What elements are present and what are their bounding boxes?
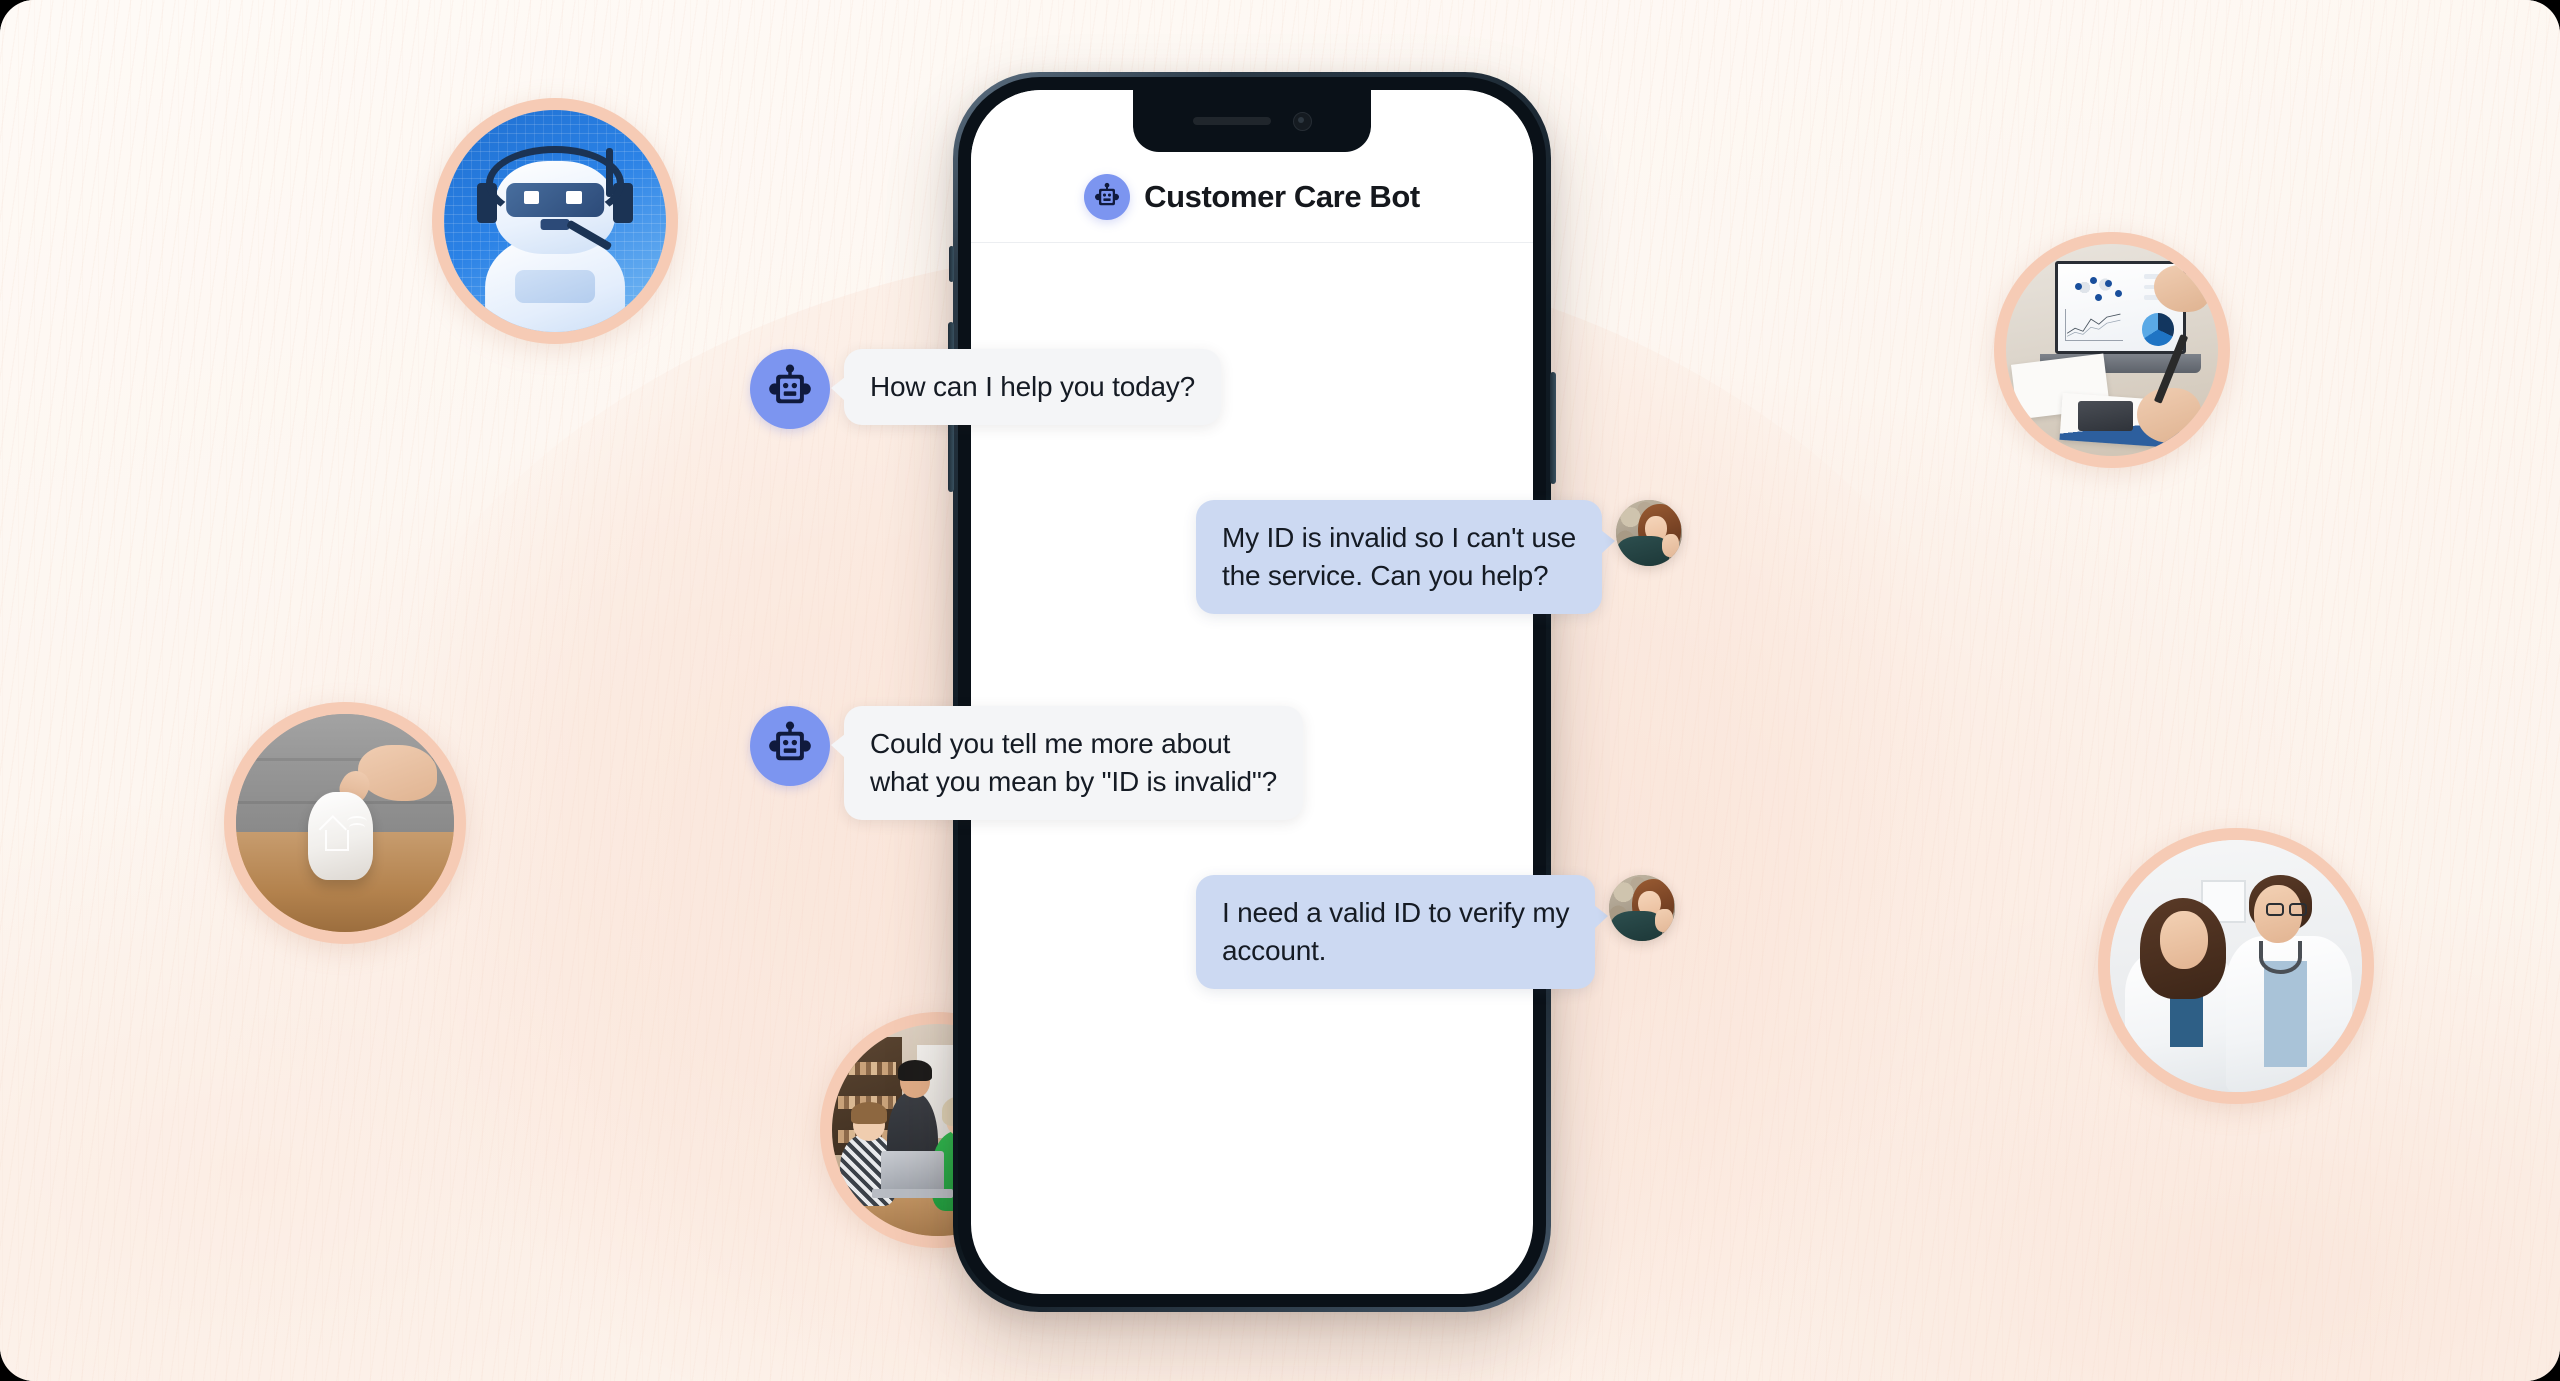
user-photo-avatar <box>1609 875 1676 941</box>
deco-smart-speaker-image <box>236 714 454 932</box>
chat-message-user-1: My ID is invalid so I can't use the serv… <box>1196 500 1682 615</box>
chat-bubble: My ID is invalid so I can't use the serv… <box>1196 500 1615 615</box>
robot-icon <box>750 349 830 429</box>
chat-message-bot-1: How can I help you today? <box>750 349 1221 429</box>
chat-message-bot-2: Could you tell me more about what you me… <box>750 706 1304 821</box>
phone-mockup: Customer Care Bot <box>948 72 1556 1312</box>
user-photo-avatar <box>1615 500 1682 566</box>
deco-robot-headset-bubble <box>432 98 678 344</box>
deco-robot-headset-image <box>444 110 666 332</box>
robot-icon <box>750 706 830 786</box>
volume-down-button[interactable] <box>948 418 954 492</box>
phone-notch <box>1133 90 1371 152</box>
deco-smart-speaker-bubble <box>224 702 466 944</box>
front-camera-icon <box>1292 111 1312 131</box>
deco-analytics-laptop-bubble <box>1994 232 2230 468</box>
deco-analytics-laptop-image <box>2006 244 2218 456</box>
phone-bezel: Customer Care Bot <box>958 77 1546 1307</box>
promo-canvas: Customer Care Bot How can I help you tod… <box>0 0 2560 1381</box>
chat-bubble: How can I help you today? <box>831 349 1221 426</box>
page-title: Customer Care Bot <box>1144 179 1420 214</box>
chat-bubble: Could you tell me more about what you me… <box>830 706 1304 821</box>
chat-message-user-2: I need a valid ID to verify my account. <box>1196 875 1676 990</box>
phone-screen: Customer Care Bot <box>971 90 1533 1294</box>
power-button[interactable] <box>1550 372 1556 484</box>
robot-icon <box>1084 174 1131 220</box>
earpiece-speaker-icon <box>1192 117 1271 125</box>
deco-doctors-image <box>2110 840 2362 1092</box>
deco-doctors-bubble <box>2098 828 2374 1104</box>
silence-switch-button[interactable] <box>949 246 954 282</box>
chat-bubble: I need a valid ID to verify my account. <box>1196 875 1609 990</box>
